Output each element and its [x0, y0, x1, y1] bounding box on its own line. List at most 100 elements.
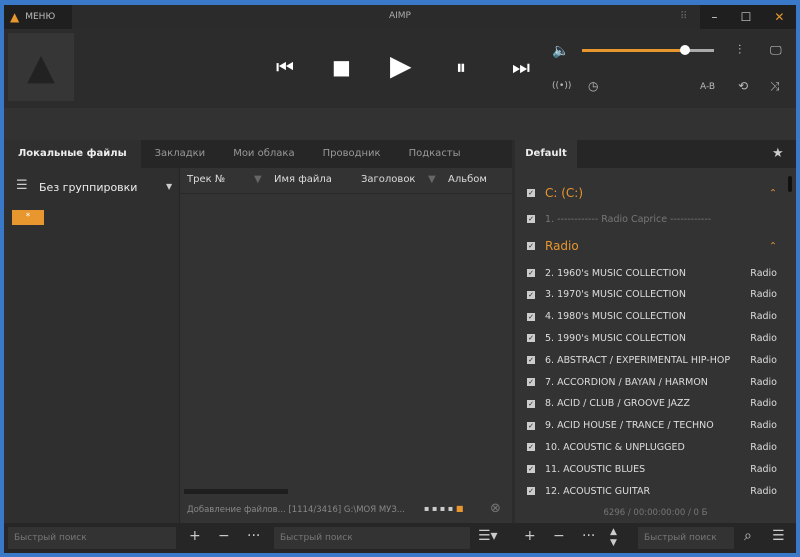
list-item[interactable]: ✓ 11. ACOUSTIC BLUES Radio [527, 459, 777, 479]
list-item[interactable]: ✓ 7. ACCORDION / BAYAN / HARMON Radio [527, 372, 777, 392]
checkbox[interactable]: ✓ [527, 334, 535, 343]
checkbox[interactable]: ✓ [527, 421, 535, 430]
checkbox[interactable]: ✓ [527, 399, 535, 408]
menu-button[interactable]: ▲ МЕНЮ [4, 5, 72, 29]
tab-local-files[interactable]: Локальные файлы [4, 140, 141, 168]
checkbox[interactable]: ✓ [527, 487, 535, 495]
list-item[interactable]: ✓ 4. 1980's MUSIC COLLECTION Radio [527, 307, 777, 327]
timer-icon[interactable]: ◷ [588, 79, 598, 93]
menu-label: МЕНЮ [25, 12, 56, 22]
equalizer-icon[interactable]: ⫶ [738, 43, 741, 58]
radio-broadcast-icon[interactable]: ((•)) [552, 81, 571, 91]
track-title: 8. ACID / CLUB / GROOVE JAZZ [545, 398, 690, 410]
group-header[interactable]: ✓ C: (C:) ⌃ [527, 183, 777, 203]
list-item[interactable]: ✓ 10. ACOUSTIC & UNPLUGGED Radio [527, 437, 777, 457]
grouping-select[interactable]: Без группировки [39, 181, 137, 194]
tab-bookmarks[interactable]: Закладки [141, 140, 220, 168]
filter-icon[interactable]: ▼ [254, 174, 262, 185]
track-source: Radio [750, 485, 777, 497]
list-item[interactable]: ✓ 6. ABSTRACT / EXPERIMENTAL HIP-HOP Radio [527, 350, 777, 370]
list-item[interactable]: ✓ 3. 1970's MUSIC COLLECTION Radio [527, 285, 777, 305]
track-title: 12. ACOUSTIC GUITAR [545, 485, 651, 497]
hamburger-icon[interactable]: ☰ [772, 528, 785, 544]
cancel-icon[interactable]: ⊗ [490, 501, 501, 516]
visualization-icon[interactable]: 🖵 [770, 43, 782, 58]
track-source: Radio [750, 289, 777, 301]
grouping-search-input[interactable]: Быстрый поиск [8, 527, 176, 549]
checkbox[interactable]: ✓ [527, 312, 535, 321]
checkbox[interactable]: ✓ [527, 242, 535, 250]
sort-arrows-icon[interactable]: ▲ ▼ [610, 527, 617, 549]
filter-icon[interactable]: ▼ [428, 174, 436, 185]
remove-icon[interactable]: − [218, 528, 230, 544]
tab-default-playlist[interactable]: Default [515, 140, 577, 168]
aimp-window: AIMP ▲ МЕНЮ ⠿ – ☐ ✕ ▲ ⏮ ■ ▶ ⏸ ⏭ 🔈 ⫶ 🖵 ((•… [4, 5, 796, 553]
list-item[interactable]: ✓ 12. ACOUSTIC GUITAR Radio [527, 481, 777, 501]
checkbox[interactable]: ✓ [527, 215, 535, 223]
files-search-input[interactable]: Быстрый поиск [274, 527, 470, 549]
close-icon[interactable]: ✕ [774, 10, 784, 24]
track-title: 5. 1990's MUSIC COLLECTION [545, 332, 686, 344]
menu-list-icon[interactable]: ☰▾ [478, 528, 498, 544]
star-icon[interactable]: ★ [772, 146, 784, 161]
checkbox[interactable]: ✓ [527, 465, 535, 474]
search-icon[interactable]: ⌕ [744, 528, 752, 544]
info-strip [4, 108, 796, 140]
playlist-search-input[interactable]: Быстрый поиск [638, 527, 734, 549]
checkbox[interactable]: ✓ [527, 378, 535, 386]
all-items-node[interactable]: * [12, 210, 44, 225]
ab-repeat-button[interactable]: A-B [700, 82, 715, 92]
stop-icon[interactable]: ■ [332, 55, 351, 79]
collapse-icon[interactable]: ⌃ [769, 188, 777, 199]
track-title: 3. 1970's MUSIC COLLECTION [545, 289, 686, 301]
tab-podcasts[interactable]: Подкасты [395, 140, 475, 168]
group-header[interactable]: ✓ Radio ⌃ [527, 236, 777, 256]
play-icon[interactable]: ▶ [390, 49, 412, 82]
column-title[interactable]: Заголовок [361, 174, 415, 185]
list-item[interactable]: ✓ 5. 1990's MUSIC COLLECTION Radio [527, 328, 777, 348]
repeat-icon[interactable]: ⟲ [738, 79, 748, 93]
track-title: 9. ACID HOUSE / TRANCE / TECHNO [545, 420, 714, 432]
hamburger-icon[interactable]: ☰ [16, 178, 28, 193]
track-title: 6. ABSTRACT / EXPERIMENTAL HIP-HOP [545, 354, 731, 366]
list-item[interactable]: ✓ 9. ACID HOUSE / TRANCE / TECHNO Radio [527, 416, 777, 436]
volume-knob[interactable] [679, 45, 690, 55]
title-bar: AIMP ▲ МЕНЮ ⠿ – ☐ ✕ [4, 5, 796, 29]
chevron-down-icon[interactable]: ▼ [166, 182, 172, 191]
track-source: Radio [750, 441, 777, 453]
add-icon[interactable]: + [189, 528, 201, 544]
checkbox[interactable]: ✓ [527, 189, 535, 197]
next-icon[interactable]: ⏭ [512, 55, 530, 79]
track-title: 4. 1980's MUSIC COLLECTION [545, 311, 686, 323]
checkbox[interactable]: ✓ [527, 269, 535, 277]
minimize-icon[interactable]: – [712, 10, 718, 24]
mini-mode-icon[interactable]: ⠿ [680, 11, 687, 22]
checkbox[interactable]: ✓ [527, 290, 535, 299]
playlist-tabs: Default ★ [515, 140, 796, 168]
shuffle-icon[interactable]: ⤨ [770, 79, 780, 94]
volume-fill [582, 49, 685, 52]
column-track[interactable]: Трек № [187, 174, 225, 185]
more-icon[interactable]: ··· [582, 528, 595, 544]
vertical-scrollbar[interactable] [788, 176, 792, 192]
column-filename[interactable]: Имя файла [274, 174, 332, 185]
checkbox[interactable]: ✓ [527, 356, 535, 365]
add-icon[interactable]: + [524, 528, 536, 544]
collapse-icon[interactable]: ⌃ [769, 241, 777, 252]
volume-slider[interactable] [582, 45, 714, 55]
previous-icon[interactable]: ⏮ [276, 55, 294, 79]
checkbox[interactable]: ✓ [527, 443, 535, 452]
horizontal-scrollbar[interactable] [184, 489, 288, 494]
list-item[interactable]: ✓ 1. ------------ Radio Caprice ---------… [527, 209, 777, 229]
column-album[interactable]: Альбом [448, 174, 487, 185]
maximize-icon[interactable]: ☐ [741, 10, 752, 24]
pause-icon[interactable]: ⏸ [456, 55, 466, 79]
more-icon[interactable]: ··· [247, 528, 260, 544]
list-item[interactable]: ✓ 8. ACID / CLUB / GROOVE JAZZ Radio [527, 394, 777, 414]
remove-icon[interactable]: − [553, 528, 565, 544]
volume-icon[interactable]: 🔈 [552, 43, 569, 59]
aimp-logo-icon: ▲ [27, 46, 55, 88]
tab-explorer[interactable]: Проводник [309, 140, 395, 168]
tab-clouds[interactable]: Мои облака [219, 140, 308, 168]
list-item[interactable]: ✓ 2. 1960's MUSIC COLLECTION Radio [527, 263, 777, 283]
